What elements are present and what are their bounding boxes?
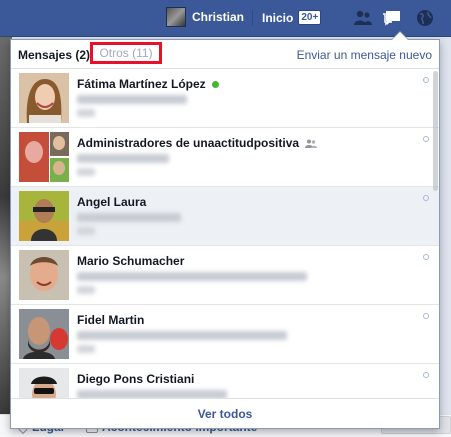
message-time	[77, 227, 95, 235]
home-label: Inicio	[262, 10, 294, 25]
conversation-row[interactable]: Fátima Martínez López	[11, 69, 439, 128]
avatar	[166, 7, 186, 27]
sender-name: Diego Pons Cristiani	[77, 372, 194, 386]
sender-label: Angel Laura	[77, 195, 147, 209]
sender-name: Angel Laura	[77, 195, 146, 209]
sender-label: Fidel Martin	[77, 313, 145, 327]
conversation-row[interactable]: Diego Pons Cristiani	[11, 364, 439, 399]
mark-as-read-icon[interactable]	[423, 372, 429, 378]
conversation-row[interactable]: Fidel Martin	[11, 305, 439, 364]
dropdown-footer: Ver todos	[11, 398, 439, 428]
message-preview	[77, 95, 187, 104]
conversation-row[interactable]: Mario Schumacher	[11, 246, 439, 305]
message-time	[77, 109, 95, 117]
tab-messages[interactable]: Mensajes (2)	[18, 48, 90, 62]
sender-label: Diego Pons Cristiani	[77, 372, 195, 386]
home-link[interactable]: Inicio 20+	[262, 10, 322, 25]
message-time	[77, 286, 95, 294]
scrollbar[interactable]	[433, 71, 438, 191]
group-conversation-icon	[305, 139, 318, 148]
sender-name: Fátima Martínez López	[77, 77, 219, 91]
sender-label: Mario Schumacher	[77, 254, 185, 268]
notifications-button[interactable]	[414, 7, 436, 29]
message-preview	[77, 272, 307, 281]
top-navigation-bar: Christian Inicio 20+	[0, 0, 451, 37]
messages-icon	[383, 11, 400, 26]
user-name: Christian	[192, 10, 245, 24]
sender-name: Administradores de unaactitudpositiva	[77, 136, 318, 150]
friend-requests-icon	[354, 10, 372, 25]
messages-button[interactable]	[382, 7, 404, 29]
new-message-link[interactable]: Enviar un mensaje nuevo	[297, 48, 432, 62]
message-time	[77, 168, 95, 176]
avatar	[19, 368, 69, 399]
mark-as-read-icon[interactable]	[423, 254, 429, 260]
online-status-icon	[211, 80, 219, 88]
globe-icon	[417, 10, 433, 26]
friend-requests-button[interactable]	[352, 7, 374, 29]
mark-as-read-icon[interactable]	[423, 313, 429, 319]
message-time	[77, 345, 95, 353]
mark-as-read-icon[interactable]	[423, 195, 429, 201]
tab-other[interactable]: Otros (11)	[90, 42, 162, 64]
avatar	[19, 191, 69, 241]
messages-dropdown: Mensajes (2) Otros (11) Enviar un mensaj…	[10, 31, 440, 429]
dropdown-caret	[391, 31, 409, 40]
message-preview	[77, 213, 181, 222]
sender-label: Fátima Martínez López	[77, 77, 206, 91]
avatar	[19, 73, 69, 123]
nav-divider	[252, 10, 253, 26]
conversation-list: Fátima Martínez López Administradores de…	[11, 69, 439, 399]
see-all-link[interactable]: Ver todos	[198, 407, 253, 421]
sender-name: Mario Schumacher	[77, 254, 184, 268]
home-count-badge: 20+	[298, 10, 322, 25]
message-preview	[77, 331, 287, 340]
avatar	[19, 250, 69, 300]
dropdown-header: Mensajes (2) Otros (11) Enviar un mensaj…	[11, 40, 439, 69]
sender-label: Administradores de unaactitudpositiva	[77, 136, 300, 150]
message-preview	[77, 154, 169, 163]
avatar	[19, 309, 69, 359]
mark-as-read-icon[interactable]	[423, 77, 429, 83]
group-avatar	[19, 132, 69, 182]
mark-as-read-icon[interactable]	[423, 136, 429, 142]
conversation-row[interactable]: Angel Laura	[11, 187, 439, 246]
conversation-row[interactable]: Administradores de unaactitudpositiva	[11, 128, 439, 187]
sender-name: Fidel Martin	[77, 313, 144, 327]
profile-link[interactable]: Christian	[166, 7, 244, 27]
